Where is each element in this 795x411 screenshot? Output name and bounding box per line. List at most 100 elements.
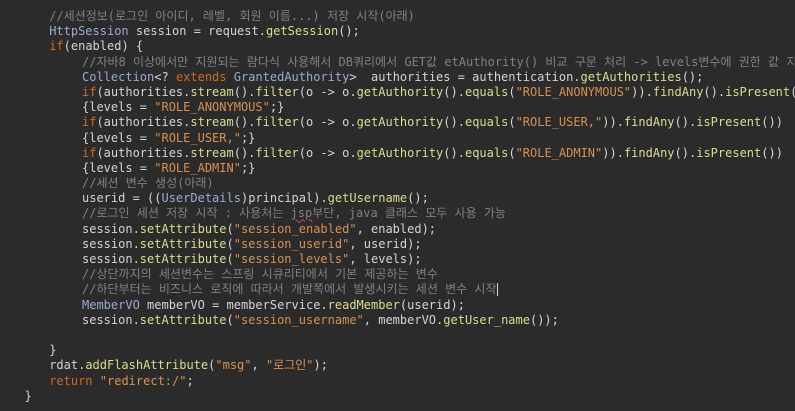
code-line[interactable]: //상단까지의 세션변수는 스프링 시큐리티에서 기본 제공하는 변수 bbox=[0, 267, 795, 282]
code-line[interactable]: session.setAttribute("session_levels", l… bbox=[0, 252, 795, 267]
code-line[interactable]: if(authorities.stream().filter(o -> o.ge… bbox=[0, 146, 795, 161]
code-line[interactable]: {levels = "ROLE_ADMIN";} bbox=[0, 161, 795, 176]
code-token: if bbox=[82, 84, 97, 99]
code-token: ( bbox=[226, 221, 234, 236]
code-line[interactable] bbox=[0, 328, 795, 343]
code-token: ()) bbox=[761, 145, 783, 160]
code-token: ;} bbox=[269, 100, 285, 115]
code-token: equals bbox=[464, 84, 509, 99]
code-token: (); bbox=[338, 24, 360, 39]
code-token: stream bbox=[190, 115, 234, 130]
code-line[interactable]: {levels = "ROLE_ANONYMOUS";} bbox=[0, 100, 795, 115]
code-token: (authorities. bbox=[96, 115, 191, 130]
code-token: if bbox=[82, 115, 97, 130]
code-token: {levels = bbox=[82, 160, 155, 175]
code-token: HttpSession bbox=[49, 24, 129, 39]
code-line[interactable]: if(enabled) { bbox=[0, 39, 795, 54]
code-token: (authorities. bbox=[96, 84, 191, 99]
code-token: setAttribute bbox=[139, 252, 227, 266]
code-token: ( bbox=[226, 312, 234, 327]
code-token: if bbox=[82, 145, 97, 160]
code-token: "session_enabled" bbox=[233, 221, 357, 236]
code-token: )). bbox=[602, 145, 624, 160]
text-cursor bbox=[496, 283, 498, 297]
code-token: rdat. bbox=[49, 358, 86, 373]
code-line[interactable]: session.setAttribute("session_enabled", … bbox=[0, 222, 795, 237]
code-token: isPresent bbox=[696, 115, 762, 130]
code-token: (enabled) { bbox=[63, 39, 144, 54]
code-token: session. bbox=[82, 312, 140, 327]
code-token: ( bbox=[226, 236, 234, 251]
code-line[interactable]: session.setAttribute("session_username",… bbox=[0, 313, 795, 328]
code-token: GrantedAuthority bbox=[233, 69, 350, 84]
code-token: "redirect:/" bbox=[99, 373, 187, 388]
code-token: getAuthority bbox=[356, 145, 444, 160]
code-line[interactable]: //세션 변수 생성(아래) bbox=[0, 176, 795, 191]
code-line[interactable]: if(authorities.stream().filter(o -> o.ge… bbox=[0, 85, 795, 100]
code-token: filter bbox=[255, 84, 299, 99]
code-token: (authorities. bbox=[96, 145, 191, 160]
code-token: 부단, java 클래스 모두 사용 가능 bbox=[312, 206, 506, 221]
code-token: (); bbox=[681, 69, 704, 84]
code-token: > authorities = authentication. bbox=[349, 69, 581, 84]
code-token: UserDetails bbox=[161, 191, 241, 206]
code-line[interactable]: HttpSession session = request.getSession… bbox=[0, 24, 795, 39]
code-token: readMember bbox=[327, 297, 400, 312]
code-token: (userid); bbox=[399, 297, 465, 312]
code-token: session = request. bbox=[128, 24, 266, 39]
code-line[interactable]: userid = ((UserDetails)principal).getUse… bbox=[0, 191, 795, 206]
code-line[interactable]: //로그인 세션 저장 시작 : 사용처는 jsp부단, java 클래스 모두… bbox=[0, 206, 795, 221]
code-token: "로그인" bbox=[265, 358, 314, 373]
code-token: , bbox=[251, 358, 266, 373]
code-token: session. bbox=[82, 236, 140, 251]
code-line[interactable]: Collection<? extends GrantedAuthority> a… bbox=[0, 70, 795, 85]
code-token: , levels); bbox=[349, 252, 422, 266]
code-token: "ROLE_ANONYMOUS" bbox=[154, 100, 270, 115]
code-line[interactable]: //자바8 이상에서만 지원되는 람다식 사용해서 DB쿼리에서 GET값 et… bbox=[0, 55, 795, 70]
code-token: ()); bbox=[529, 312, 559, 327]
code-token: MemberVO bbox=[82, 297, 140, 312]
code-line[interactable]: if(authorities.stream().filter(o -> o.ge… bbox=[0, 115, 795, 130]
code-line[interactable]: //세션정보(로그인 아이디, 레벨, 회원 이름...) 저장 시작(아래) bbox=[0, 9, 795, 24]
code-token: ); bbox=[313, 358, 328, 373]
code-token: (). bbox=[703, 84, 726, 99]
code-line[interactable]: MemberVO memberVO = memberService.readMe… bbox=[0, 298, 795, 313]
code-token: //자바8 이상에서만 지원되는 람다식 사용해서 DB쿼리에서 GET값 et… bbox=[82, 54, 795, 69]
code-line[interactable]: } bbox=[0, 389, 795, 404]
code-token: "msg" bbox=[215, 358, 252, 373]
code-token: filter bbox=[255, 115, 299, 130]
code-token: setAttribute bbox=[139, 236, 227, 251]
code-line[interactable]: } bbox=[0, 343, 795, 358]
code-token: getAuthority bbox=[356, 115, 444, 130]
code-token: jsp bbox=[290, 206, 313, 221]
code-line[interactable]: return "redirect:/"; bbox=[0, 374, 795, 389]
code-line[interactable]: session.setAttribute("session_userid", u… bbox=[0, 237, 795, 252]
code-token: ( bbox=[508, 84, 516, 99]
code-token: "session_username" bbox=[233, 312, 364, 327]
code-token: (). bbox=[443, 115, 465, 130]
code-token: extends bbox=[175, 69, 227, 84]
code-token: (). bbox=[674, 115, 697, 130]
code-token: ;} bbox=[240, 160, 256, 175]
code-token: ()) bbox=[790, 85, 795, 99]
code-line[interactable]: {levels = "ROLE_USER,";} bbox=[0, 131, 795, 146]
code-line[interactable]: //하단부터는 비즈니스 로직에 따라서 개발쪽에서 발생시키는 세션 변수 시… bbox=[0, 282, 795, 297]
code-token: (). bbox=[233, 84, 256, 99]
code-token: //세션정보(로그인 아이디, 레벨, 회원 이름...) 저장 시작(아래) bbox=[49, 9, 415, 23]
code-line[interactable]: rdat.addFlashAttribute("msg", "로그인"); bbox=[0, 358, 795, 373]
code-token: } bbox=[24, 388, 32, 403]
code-token: session. bbox=[82, 221, 140, 236]
code-token: {levels = bbox=[82, 130, 155, 145]
code-token: , memberVO. bbox=[363, 312, 444, 327]
code-token: findAny bbox=[652, 84, 704, 99]
code-token: session. bbox=[82, 252, 140, 266]
code-editor[interactable]: //세션정보(로그인 아이디, 레벨, 회원 이름...) 저장 시작(아래) H… bbox=[0, 0, 795, 411]
code-token: )). bbox=[602, 115, 624, 130]
code-token: ;} bbox=[240, 130, 256, 145]
code-token: "ROLE_ADMIN" bbox=[154, 160, 241, 175]
code-token: filter bbox=[255, 145, 299, 160]
code-token: getSession bbox=[265, 24, 339, 39]
code-token: isPresent bbox=[696, 145, 762, 160]
